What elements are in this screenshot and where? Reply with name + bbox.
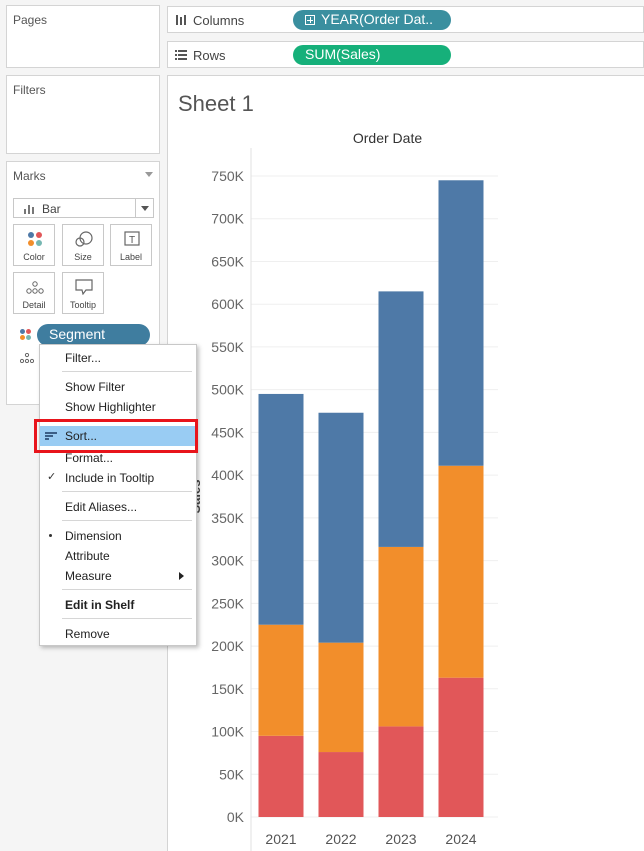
rows-label: Rows <box>193 48 226 63</box>
svg-text:T: T <box>129 235 135 246</box>
bar-segment <box>258 735 304 817</box>
menu-item-include-in-tooltip[interactable]: ✓ Include in Tooltip <box>40 468 196 488</box>
menu-item-show-highlighter[interactable]: Show Highlighter <box>40 397 196 417</box>
detail-field-icon <box>20 353 34 363</box>
year-order-date-pill[interactable]: YEAR(Order Dat.. <box>293 10 451 30</box>
menu-item-remove[interactable]: Remove <box>40 624 196 644</box>
menu-item-show-filter[interactable]: Show Filter <box>40 377 196 397</box>
size-button[interactable]: Size <box>62 224 104 266</box>
bar-segment <box>378 291 424 547</box>
chart-title: Order Date <box>353 130 422 146</box>
x-tick-label: 2024 <box>445 831 476 847</box>
menu-separator <box>62 371 192 372</box>
x-tick-label: 2023 <box>385 831 416 847</box>
menu-separator <box>62 618 192 619</box>
y-tick-label: 550K <box>211 339 244 355</box>
bar-segment <box>378 546 424 727</box>
menu-item-dimension[interactable]: Dimension <box>40 526 196 546</box>
marks-title: Marks <box>13 169 46 183</box>
menu-separator <box>62 589 192 590</box>
bar-segment <box>318 642 364 753</box>
columns-shelf[interactable]: Columns YEAR(Order Dat.. <box>167 6 644 33</box>
detail-icon <box>26 281 44 294</box>
rows-shelf[interactable]: Rows SUM(Sales) <box>167 41 644 68</box>
bar-segment <box>378 726 424 817</box>
rows-icon <box>175 50 187 60</box>
tooltip-label: Tooltip <box>69 300 96 310</box>
mark-type-label: Bar <box>42 202 61 216</box>
menu-separator <box>62 520 192 521</box>
color-icon <box>28 232 42 246</box>
color-button[interactable]: Color <box>13 224 55 266</box>
y-tick-label: 500K <box>211 382 244 398</box>
color-field-icon <box>20 329 32 341</box>
expand-plus-icon[interactable] <box>305 15 315 25</box>
sum-sales-pill[interactable]: SUM(Sales) <box>293 45 451 65</box>
marks-menu-chevron-icon[interactable] <box>145 172 153 177</box>
pages-card[interactable]: Pages <box>6 5 160 68</box>
label-label: Label <box>119 252 143 262</box>
y-tick-label: 50K <box>219 766 245 782</box>
menu-item-filter[interactable]: Filter... <box>40 348 196 368</box>
pages-title: Pages <box>13 13 48 27</box>
y-tick-label: 100K <box>211 724 244 740</box>
size-icon <box>75 231 93 247</box>
menu-item-edit-aliases[interactable]: Edit Aliases... <box>40 497 196 517</box>
context-menu: Filter... Show Filter Show Highlighter S… <box>39 344 197 646</box>
menu-item-measure-label: Measure <box>65 569 112 583</box>
year-pill-label: YEAR(Order Dat.. <box>321 11 434 27</box>
y-tick-label: 150K <box>211 681 244 697</box>
menu-item-attribute[interactable]: Attribute <box>40 546 196 566</box>
y-tick-label: 750K <box>211 168 244 184</box>
detail-button[interactable]: Detail <box>13 272 55 314</box>
columns-label: Columns <box>193 13 245 28</box>
bar-segment <box>438 180 484 466</box>
checkmark-icon: ✓ <box>47 471 57 483</box>
bar-segment <box>438 465 484 678</box>
menu-separator <box>62 491 192 492</box>
bar-chart-icon <box>24 205 34 214</box>
y-tick-label: 650K <box>211 253 244 269</box>
x-tick-label: 2022 <box>325 831 356 847</box>
y-tick-label: 0K <box>227 809 245 825</box>
columns-icon <box>176 15 186 25</box>
y-tick-label: 700K <box>211 211 244 227</box>
detail-label: Detail <box>22 300 46 310</box>
bullet-icon <box>49 534 52 537</box>
y-tick-label: 400K <box>211 467 244 483</box>
y-tick-label: 450K <box>211 424 244 440</box>
bar-segment <box>258 393 304 625</box>
menu-item-dimension-label: Dimension <box>65 529 122 543</box>
tooltip-icon <box>75 279 93 295</box>
y-tick-label: 600K <box>211 296 244 312</box>
label-button[interactable]: T Label <box>110 224 152 266</box>
bar-chart: Order Date 0K 50K 100K 150K 200K 250K 300K 350K 4… <box>188 130 498 851</box>
y-tick-label: 200K <box>211 638 244 654</box>
x-tick-label: 2021 <box>265 831 296 847</box>
size-label: Size <box>74 252 92 262</box>
chevron-down-icon[interactable] <box>135 199 153 217</box>
y-tick-label: 350K <box>211 510 244 526</box>
bar-segment <box>318 412 364 643</box>
y-tick-label: 300K <box>211 553 244 569</box>
color-label: Color <box>23 252 45 262</box>
worksheet-view[interactable]: Sheet 1 Order Date 0K 50K 100K 150K 200K 250K 3… <box>167 75 644 851</box>
submenu-arrow-icon <box>179 572 184 580</box>
menu-item-include-in-tooltip-label: Include in Tooltip <box>65 471 155 485</box>
menu-item-edit-in-shelf[interactable]: Edit in Shelf <box>40 595 196 615</box>
filters-title: Filters <box>13 83 46 97</box>
menu-item-measure[interactable]: Measure <box>40 566 196 586</box>
text-label-icon: T <box>124 231 140 246</box>
tooltip-button[interactable]: Tooltip <box>62 272 104 314</box>
segment-pill[interactable]: Segment <box>37 324 150 346</box>
mark-type-dropdown[interactable]: Bar <box>13 198 154 218</box>
bar-segment <box>258 624 304 736</box>
filters-card[interactable]: Filters <box>6 75 160 154</box>
bar-segment <box>438 677 484 817</box>
sort-highlight-outline <box>34 419 198 453</box>
bar-segment <box>318 752 364 817</box>
y-tick-label: 250K <box>211 595 244 611</box>
